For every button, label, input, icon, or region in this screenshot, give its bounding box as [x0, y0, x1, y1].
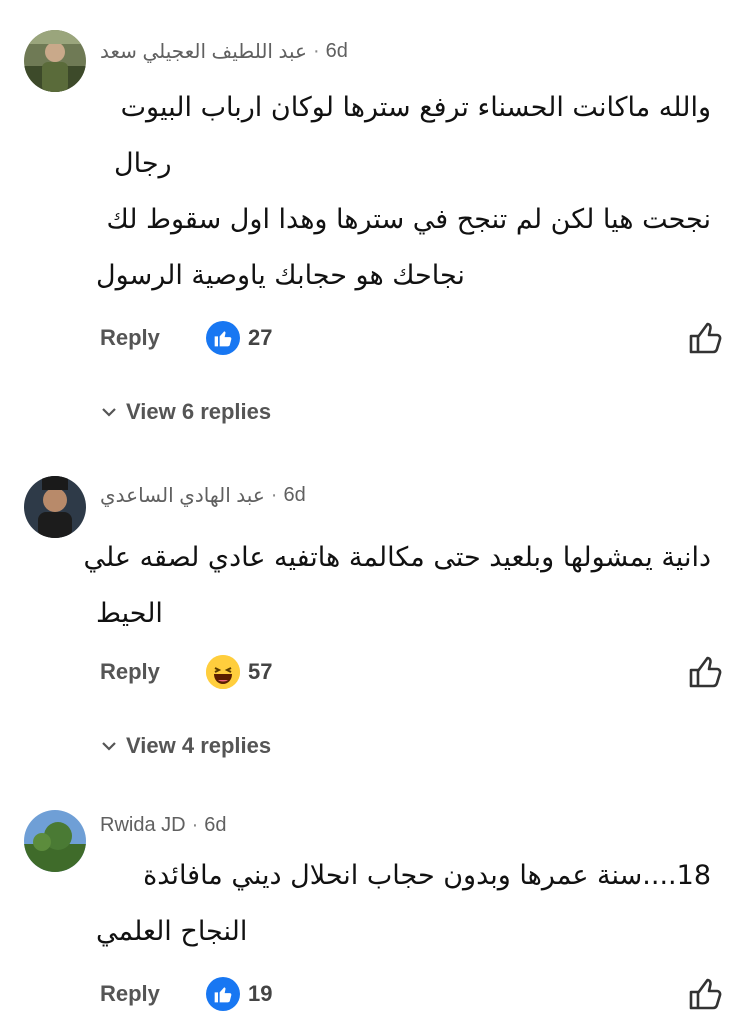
reaction-summary[interactable]: 27: [206, 321, 272, 355]
reaction-count: 27: [248, 325, 273, 350]
reaction-summary[interactable]: 57: [206, 655, 272, 689]
comment-line: الحيط: [96, 598, 163, 629]
comment-actions: Reply 57: [100, 652, 723, 692]
comment-header: عبد الهادي الساعدي · 6d: [100, 482, 306, 508]
chevron-down-icon: [102, 408, 116, 417]
like-button-icon[interactable]: [687, 318, 723, 358]
reaction-summary[interactable]: 19: [206, 977, 272, 1011]
comment-line: والله ماكانت الحسناء ترفع سترها لوكان ار…: [120, 92, 711, 123]
comment-body: 18....سنة عمرها وبدون حجاب انحلال ديني م…: [96, 848, 711, 960]
view-replies-label: View 6 replies: [126, 399, 272, 424]
comment-line: رجال: [114, 148, 172, 179]
comment-header: عبد اللطيف العجيلي سعد · 6d: [100, 38, 348, 64]
reply-button[interactable]: Reply: [100, 981, 206, 1007]
comment-line: 18....سنة عمرها وبدون حجاب انحلال ديني م…: [143, 860, 711, 891]
comment-actions: Reply 19: [100, 974, 723, 1014]
author-name[interactable]: عبد اللطيف العجيلي سعد: [100, 39, 307, 64]
comment-body: والله ماكانت الحسناء ترفع سترها لوكان ار…: [96, 80, 711, 304]
comment-line: نجاحك هو حجابك ياوصية الرسول: [96, 260, 465, 291]
chevron-down-icon: [102, 742, 116, 751]
timestamp: 6d: [325, 39, 348, 62]
comment-header: Rwida JD · 6d: [100, 812, 227, 838]
like-reaction-icon: [206, 977, 240, 1011]
view-replies-button[interactable]: View 6 replies: [100, 396, 271, 428]
reply-button[interactable]: Reply: [100, 659, 206, 685]
view-replies-button[interactable]: View 4 replies: [100, 730, 271, 762]
reaction-count: 19: [248, 981, 273, 1006]
comment-line: دانية يمشولها وبلعيد حتى مكالمة هاتفيه ع…: [83, 542, 711, 573]
reaction-count: 57: [248, 659, 273, 684]
haha-reaction-icon: [206, 655, 240, 689]
like-reaction-icon: [206, 321, 240, 355]
author-name[interactable]: Rwida JD: [100, 814, 186, 837]
separator: ·: [270, 483, 278, 506]
comment-line: نجحت هيا لكن لم تنجح في سترها وهدا اول س…: [106, 204, 711, 235]
timestamp: 6d: [283, 483, 306, 506]
avatar[interactable]: [24, 476, 86, 538]
author-name[interactable]: عبد الهادي الساعدي: [100, 483, 265, 508]
like-button-icon[interactable]: [687, 974, 723, 1014]
avatar[interactable]: [24, 30, 86, 92]
like-button-icon[interactable]: [687, 652, 723, 692]
avatar[interactable]: [24, 810, 86, 872]
separator: ·: [313, 39, 320, 62]
reply-button[interactable]: Reply: [100, 325, 206, 351]
timestamp: 6d: [204, 813, 227, 836]
comment-actions: Reply 27: [100, 318, 723, 358]
comment-line: النجاح العلمي: [96, 916, 248, 947]
view-replies-label: View 4 replies: [126, 733, 272, 758]
comment-body: دانية يمشولها وبلعيد حتى مكالمة هاتفيه ع…: [83, 530, 711, 642]
separator: ·: [191, 813, 199, 836]
